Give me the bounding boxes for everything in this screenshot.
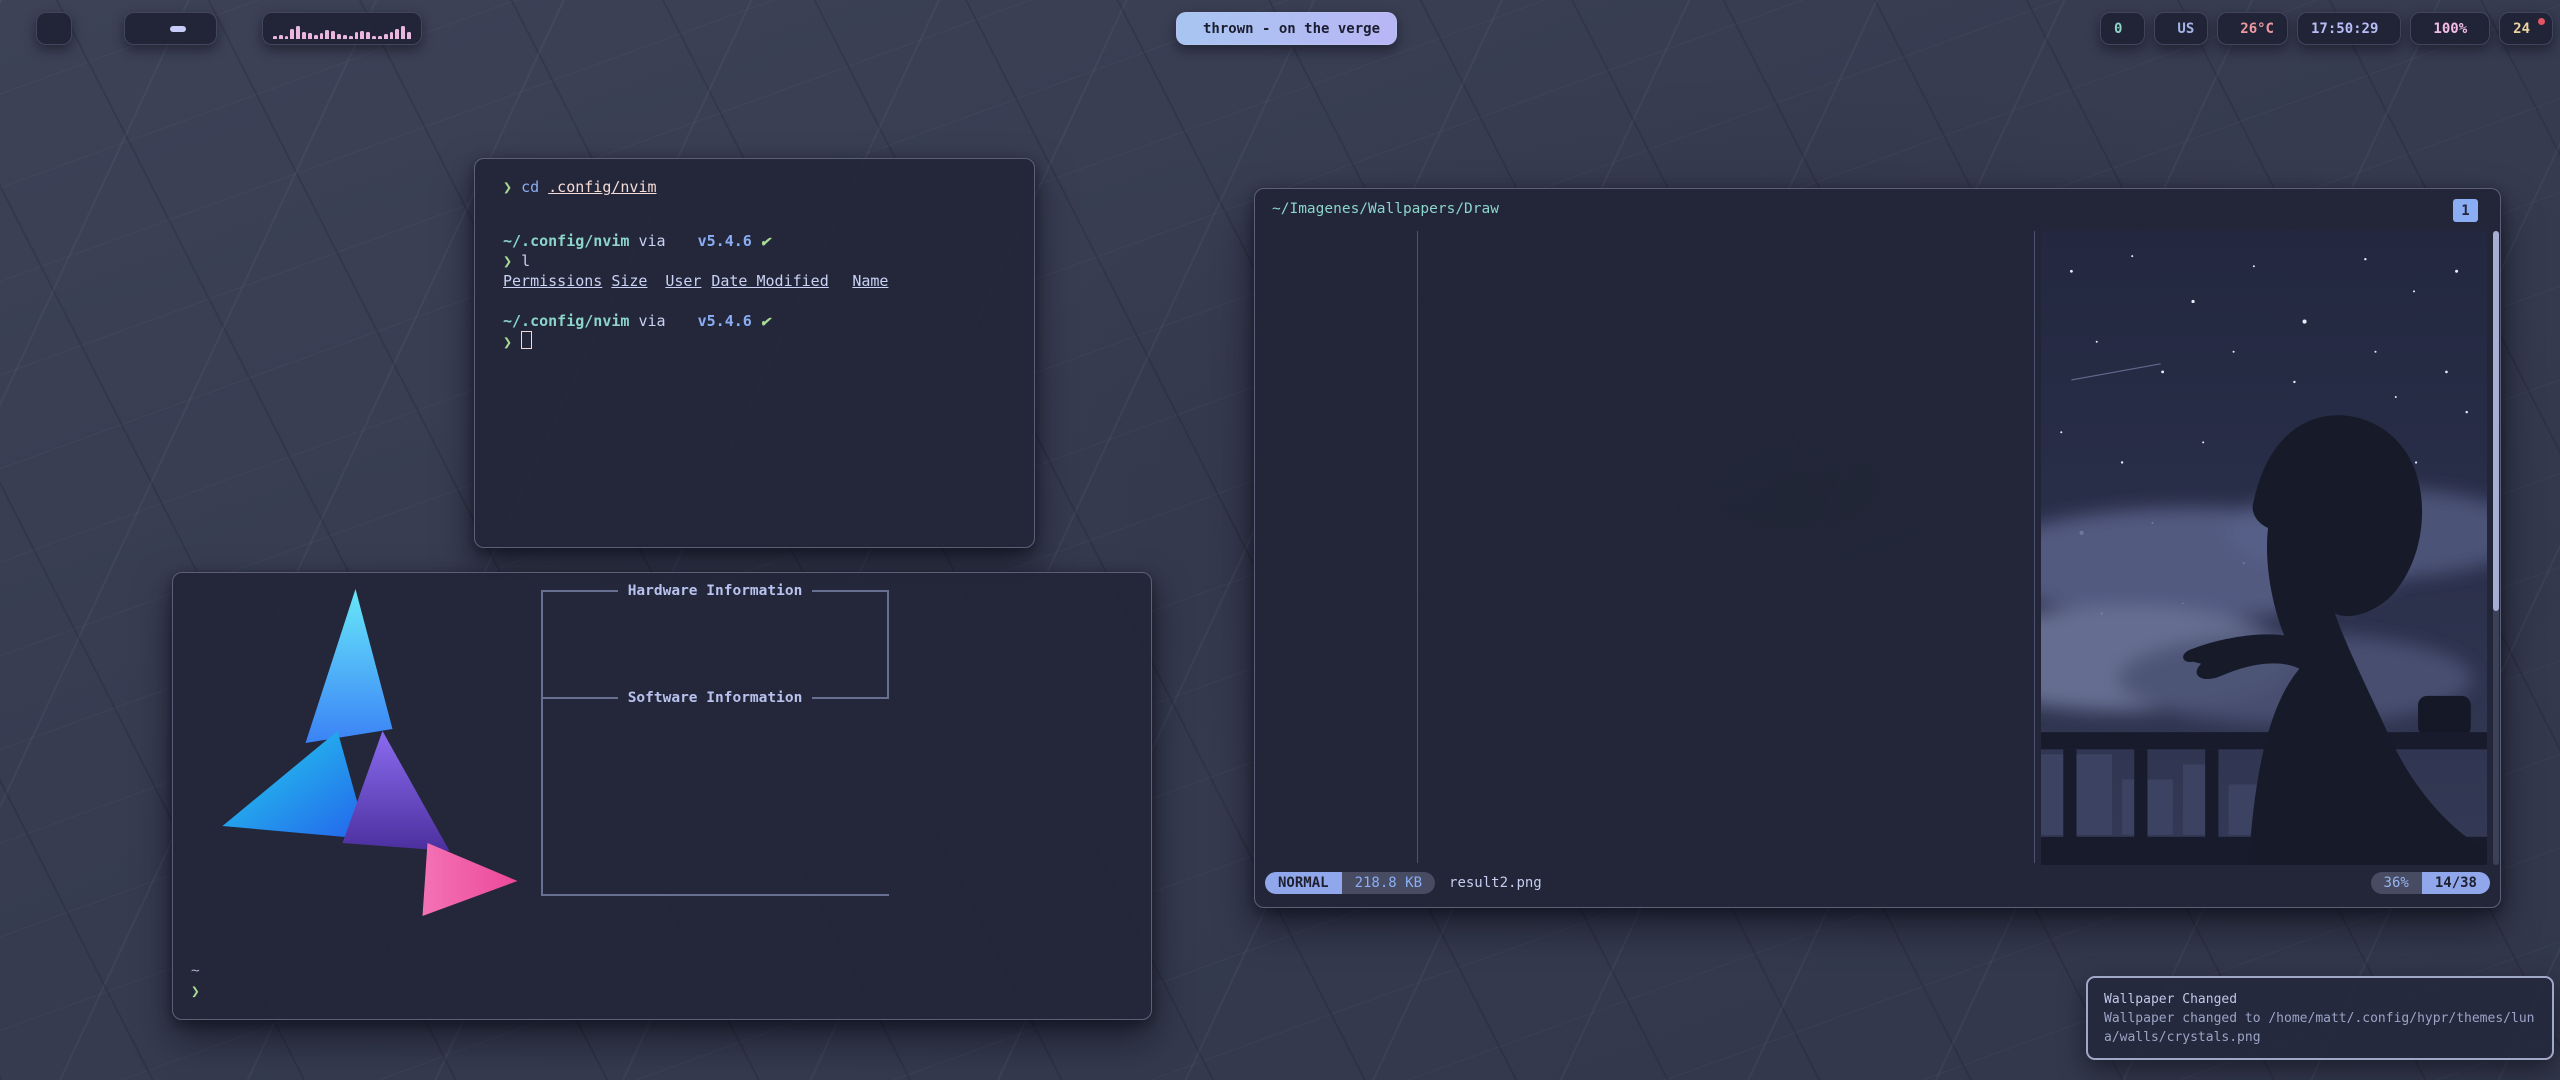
file-size-badge: 218.8 KB <box>1342 872 1435 894</box>
fetch-prompt: ~❯ <box>191 961 200 1003</box>
terminal-cursor <box>521 331 532 349</box>
widget-notifications[interactable]: 24 <box>2499 12 2553 45</box>
unread-dot <box>2538 18 2545 25</box>
column-divider <box>2034 231 2035 863</box>
visualizer-bar <box>331 31 335 39</box>
fetch-window[interactable]: Hardware Information Software Informatio… <box>172 572 1152 1020</box>
widget-volume[interactable]: 100% <box>2410 12 2490 45</box>
distro-logo <box>185 581 530 931</box>
prompt-context-line: ~/.config/nvim via v5.4.6 ✔ <box>503 311 1034 331</box>
fm-status-bar: NORMAL 218.8 KB result2.png 36% 14/38 <box>1265 871 2490 895</box>
visualizer-bar <box>366 32 370 39</box>
workspace-folder-icon[interactable] <box>170 26 186 32</box>
fetch-info-panel: Hardware Information Software Informatio… <box>541 573 889 903</box>
hardware-section-header: Hardware Information <box>541 582 889 600</box>
file-position-badge: 14/38 <box>2422 872 2490 894</box>
widget-keyboard-layout[interactable]: US <box>2154 12 2208 45</box>
visualizer-bar <box>337 34 341 39</box>
preview-image <box>2041 231 2487 865</box>
terminal-command-line: ❯ l <box>503 251 1034 271</box>
visualizer-bar <box>302 32 306 39</box>
visualizer-bar <box>320 33 324 39</box>
terminal-window[interactable]: ❯ cd .config/nvim ~/.config/nvim via v5.… <box>474 158 1035 548</box>
clock-value: 17:50:29 <box>2311 21 2378 37</box>
music-widget[interactable]: thrown - on the verge <box>1176 12 1397 45</box>
visualizer-bar <box>308 33 312 39</box>
notification-title: Wallpaper Changed <box>2104 990 2536 1009</box>
visualizer-bar <box>378 36 382 39</box>
breadcrumb-path: ~/Imagenes/Wallpapers/Draw <box>1272 201 1499 217</box>
visualizer-bar <box>285 36 289 39</box>
widget-clock[interactable]: 17:50:29 <box>2297 12 2401 45</box>
scrollbar[interactable] <box>2493 231 2499 865</box>
visualizer-bar <box>407 32 411 39</box>
volume-value: 100% <box>2433 21 2467 37</box>
music-track-label: thrown - on the verge <box>1203 21 1380 37</box>
visualizer-bar <box>395 29 399 39</box>
widget-github[interactable]: 0 <box>2100 12 2145 45</box>
visualizer-bar <box>296 26 300 39</box>
mode-badge: NORMAL <box>1265 872 1342 894</box>
scroll-percent-badge: 36% <box>2371 872 2422 894</box>
visualizer-bar <box>279 35 283 39</box>
github-value: 0 <box>2114 21 2122 37</box>
weather-value: 26°C <box>2240 21 2274 37</box>
visualizer-bar <box>390 32 394 39</box>
visualizer-bar <box>343 35 347 39</box>
terminal-prompt[interactable]: ❯ <box>503 331 1034 351</box>
workspace-pill[interactable] <box>124 12 217 45</box>
notifications-value: 24 <box>2513 21 2530 37</box>
visualizer-widget[interactable] <box>262 12 422 45</box>
notification-body: Wallpaper changed to /home/matt/.config/… <box>2104 1009 2536 1047</box>
scrollbar-thumb[interactable] <box>2493 231 2499 611</box>
terminal-command-line: ❯ cd .config/nvim <box>503 177 1034 197</box>
widget-weather[interactable]: 26°C <box>2217 12 2288 45</box>
command-cd: cd <box>521 178 539 196</box>
software-section-header: Software Information <box>541 689 889 707</box>
status-widgets: 0 US 26°C 17:50:29 100% 24 <box>2100 12 2553 45</box>
tab-badge[interactable]: 1 <box>2453 199 2478 222</box>
visualizer-bar <box>273 36 277 39</box>
visualizer-bar <box>290 29 294 39</box>
file-manager-window[interactable]: ~/Imagenes/Wallpapers/Draw 1 <box>1254 188 2501 908</box>
notification-toast[interactable]: Wallpaper Changed Wallpaper changed to /… <box>2086 976 2554 1060</box>
visualizer-bar <box>360 31 364 39</box>
visualizer-bar <box>314 35 318 39</box>
image-preview-pane <box>2041 231 2487 865</box>
app-launcher-button[interactable] <box>36 12 72 45</box>
file-list-header: PermissionsSizeUserDate ModifiedName <box>503 271 1034 291</box>
visualizer-bar <box>401 26 405 39</box>
selected-filename: result2.png <box>1449 875 1542 891</box>
keyboard-layout-value: US <box>2177 21 2194 37</box>
visualizer-bar <box>325 30 329 39</box>
column-divider <box>1417 231 1418 863</box>
visualizer-bar <box>349 36 353 39</box>
visualizer-bar <box>384 34 388 39</box>
prompt-context-line: ~/.config/nvim via v5.4.6 ✔ <box>503 231 1034 251</box>
visualizer-bar <box>355 32 359 39</box>
visualizer-bar <box>372 36 376 39</box>
